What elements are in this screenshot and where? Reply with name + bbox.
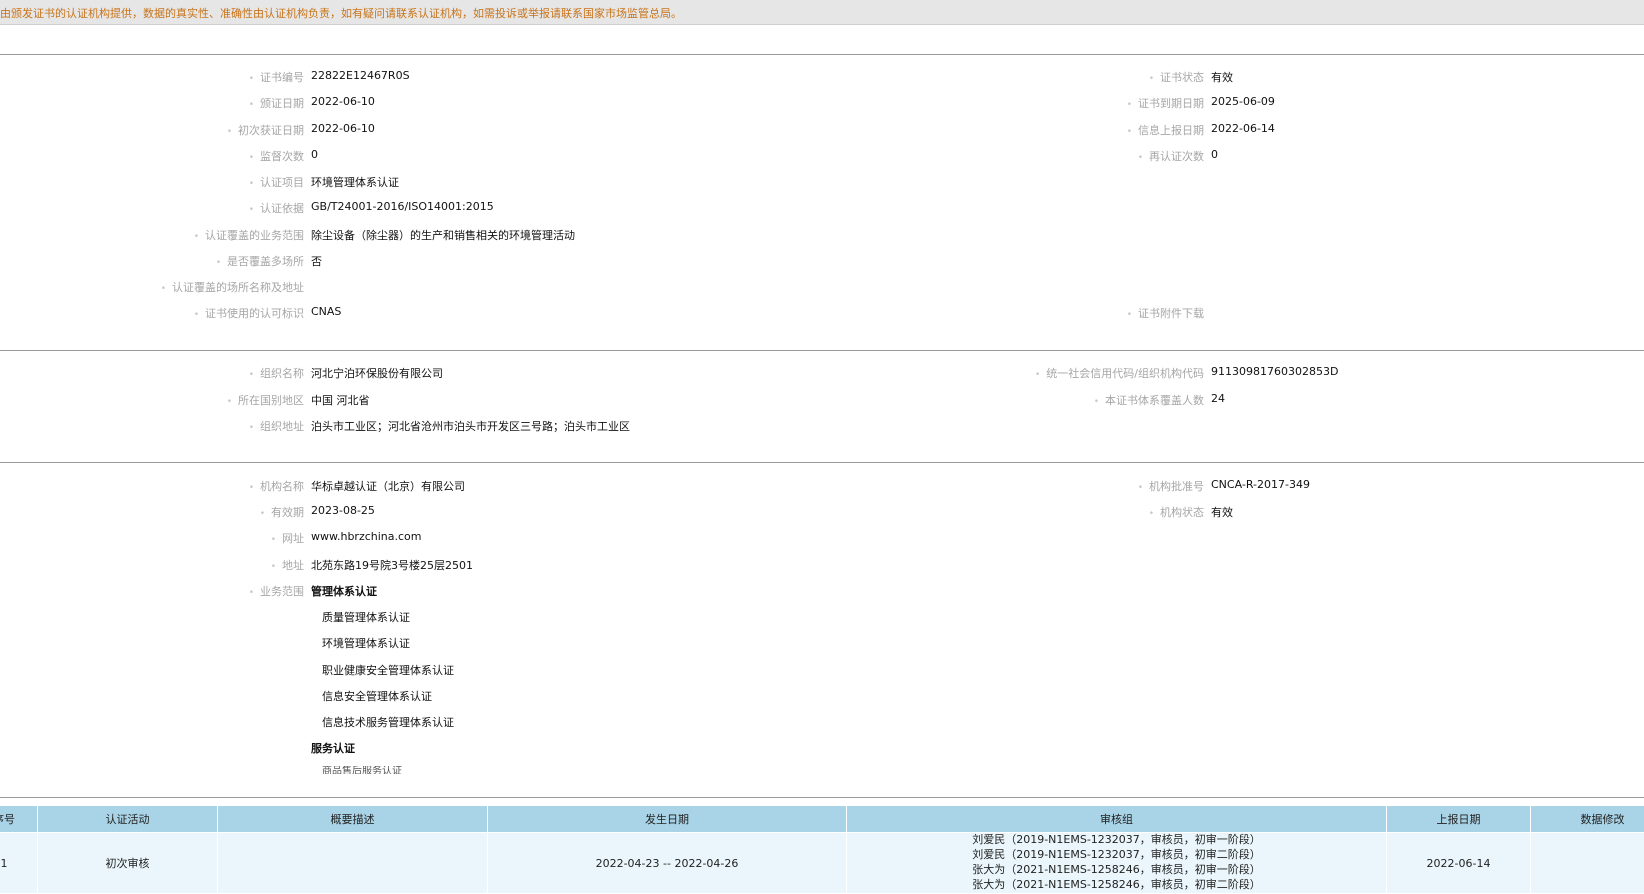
org-address-label: • 组织地址 <box>248 420 304 433</box>
team-member: 张大为（2021-N1EMS-1258246，审核员，初审二阶段） <box>972 877 1261 891</box>
row-report-date: 2022-06-14 <box>1386 832 1531 894</box>
credit-code-label: • 统一社会信用代码/组织机构代码 <box>1034 367 1204 380</box>
recert-count-value: 0 <box>1211 148 1218 161</box>
agency-approval-label: • 机构批准号 <box>1137 480 1204 493</box>
row-summary <box>217 832 488 894</box>
scope-heading-service: 服务认证 <box>311 742 355 755</box>
business-scope-value: 除尘设备（除尘器）的生产和销售相关的环境管理活动 <box>311 229 575 242</box>
col-header-report-date: 上报日期 <box>1386 805 1531 833</box>
scope-item: 职业健康安全管理体系认证 <box>322 664 454 677</box>
audit-table: 序号 认证活动 概要描述 发生日期 审核组 上报日期 数据修改 1 初次审核 2… <box>0 805 1644 894</box>
section-divider <box>0 54 1644 55</box>
col-header-summary: 概要描述 <box>217 805 488 833</box>
scope-item: 环境管理体系认证 <box>322 637 410 650</box>
credit-code-value: 91130981760302853D <box>1211 365 1339 378</box>
row-date: 2022-04-23 -- 2022-04-26 <box>487 832 847 894</box>
scope-heading-management: 管理体系认证 <box>311 585 377 598</box>
section-divider <box>0 350 1644 351</box>
scope-item-cut: 商品售后服务认证 <box>322 766 402 774</box>
scope-item: 信息技术服务管理体系认证 <box>322 716 454 729</box>
agency-scope-label: • 业务范围 <box>248 585 304 598</box>
section-divider <box>0 797 1644 798</box>
cert-status-value: 有效 <box>1211 71 1233 84</box>
audit-table-header: 序号 认证活动 概要描述 发生日期 审核组 上报日期 数据修改 <box>0 805 1644 833</box>
team-member: 刘爱民（2019-N1EMS-1232037，审核员，初审一阶段） <box>972 832 1261 846</box>
site-address-label: • 认证覆盖的场所名称及地址 <box>160 281 304 294</box>
col-header-no: 序号 <box>0 805 38 833</box>
cert-status-label: • 证书状态 <box>1148 71 1204 84</box>
scope-item: 信息安全管理体系认证 <box>322 690 432 703</box>
multi-site-label: • 是否覆盖多场所 <box>215 255 304 268</box>
cert-basis-label: • 认证依据 <box>248 202 304 215</box>
expiry-date-value: 2025-06-09 <box>1211 95 1275 108</box>
col-header-modify: 数据修改 <box>1530 805 1644 833</box>
row-team: 刘爱民（2019-N1EMS-1232037，审核员，初审一阶段） 刘爱民（20… <box>846 832 1387 894</box>
report-date-label: • 信息上报日期 <box>1126 124 1204 137</box>
agency-approval-value: CNCA-R-2017-349 <box>1211 478 1310 491</box>
expiry-date-label: • 证书到期日期 <box>1126 97 1204 110</box>
col-header-date: 发生日期 <box>487 805 847 833</box>
scope-item: 质量管理体系认证 <box>322 611 410 624</box>
agency-website-label: • 网址 <box>270 532 304 545</box>
section-divider <box>0 462 1644 463</box>
col-header-team: 审核组 <box>846 805 1387 833</box>
notice-bar: 由颁发证书的认证机构提供，数据的真实性、准确性由认证机构负责，如有疑问请联系认证… <box>0 0 1644 25</box>
recert-count-label: • 再认证次数 <box>1137 150 1204 163</box>
table-row: 1 初次审核 2022-04-23 -- 2022-04-26 刘爱民（2019… <box>0 832 1644 894</box>
org-address-value: 泊头市工业区；河北省沧州市泊头市开发区三号路；泊头市工业区 <box>311 420 630 433</box>
attachment-download-label[interactable]: • 证书附件下载 <box>0 305 1204 321</box>
cert-basis-value: GB/T24001-2016/ISO14001:2015 <box>311 200 494 213</box>
agency-address-value: 北苑东路19号院3号楼25层2501 <box>311 559 473 572</box>
team-member: 刘爱民（2019-N1EMS-1232037，审核员，初审二阶段） <box>972 847 1261 861</box>
report-date-value: 2022-06-14 <box>1211 122 1275 135</box>
col-header-activity: 认证活动 <box>37 805 218 833</box>
covered-headcount-value: 24 <box>1211 392 1225 405</box>
agency-website-link[interactable]: www.hbrzchina.com <box>311 530 422 543</box>
row-no: 1 <box>0 832 38 894</box>
notice-text: 由颁发证书的认证机构提供，数据的真实性、准确性由认证机构负责，如有疑问请联系认证… <box>0 7 682 20</box>
cert-project-value: 环境管理体系认证 <box>311 176 399 189</box>
agency-status-label: • 机构状态 <box>1148 506 1204 519</box>
covered-headcount-label: • 本证书体系覆盖人数 <box>1093 394 1204 407</box>
row-modify <box>1530 832 1644 894</box>
team-member: 张大为（2021-N1EMS-1258246，审核员，初审一阶段） <box>972 862 1261 876</box>
agency-status-value: 有效 <box>1211 506 1233 519</box>
agency-address-label: • 地址 <box>270 559 304 572</box>
multi-site-value: 否 <box>311 255 322 268</box>
row-activity: 初次审核 <box>37 832 218 894</box>
cert-project-label: • 认证项目 <box>248 176 304 189</box>
business-scope-label: • 认证覆盖的业务范围 <box>193 229 304 242</box>
